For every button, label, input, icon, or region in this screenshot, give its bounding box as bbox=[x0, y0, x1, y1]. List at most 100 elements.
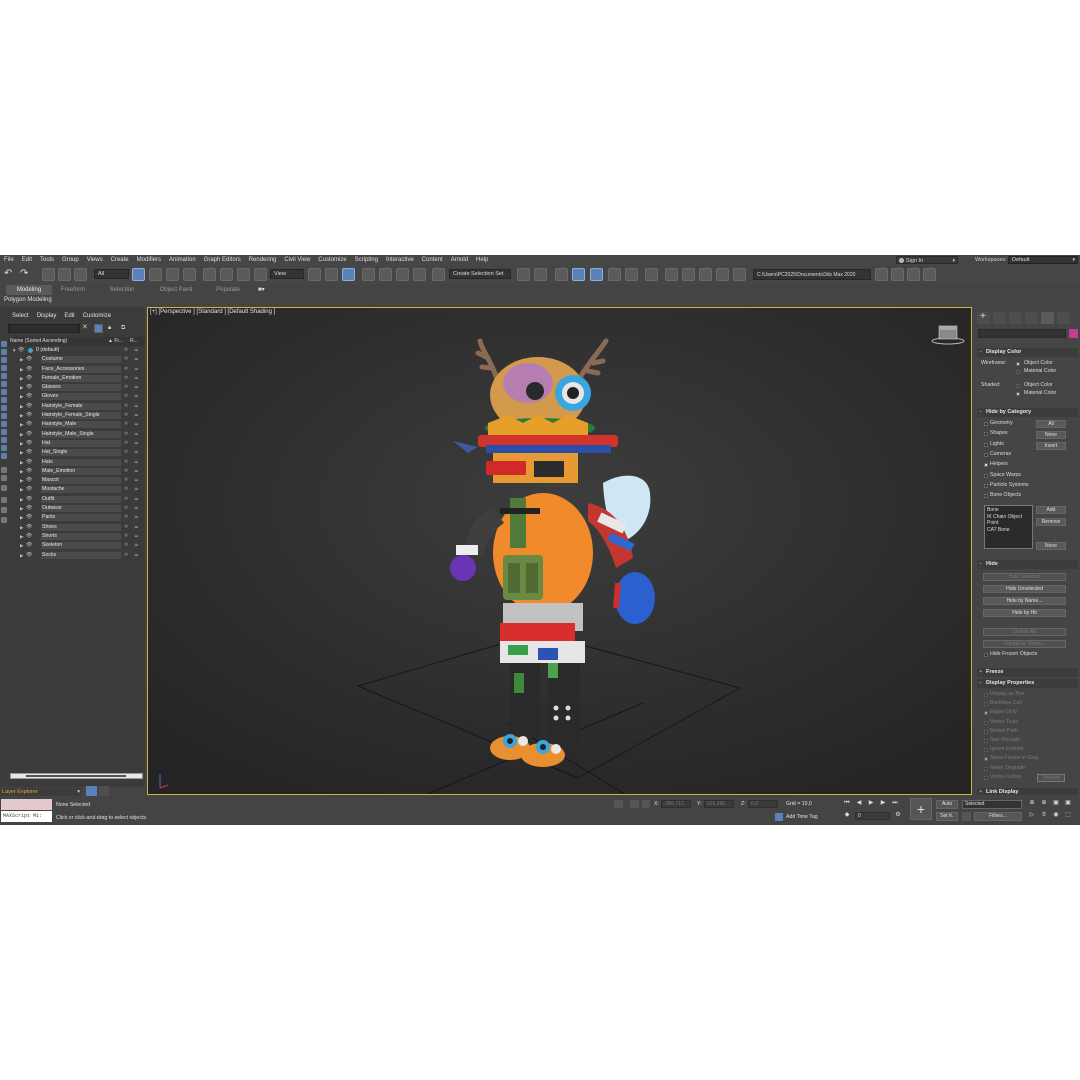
menu-content[interactable]: Content bbox=[418, 255, 447, 265]
eye-icon[interactable]: 👁︎ bbox=[26, 402, 32, 411]
groups-filter-icon[interactable] bbox=[1, 413, 7, 419]
maxscript-listener-output[interactable] bbox=[1, 799, 52, 810]
eye-icon[interactable]: 👁︎ bbox=[26, 458, 32, 467]
display-influences-icon[interactable] bbox=[1, 475, 7, 481]
scrollbar-thumb[interactable] bbox=[26, 775, 126, 777]
hide-unselected-button[interactable]: Hide Unselected bbox=[983, 585, 1066, 593]
render-icon[interactable]: ☕︎ bbox=[134, 532, 138, 541]
key-set-dropdown[interactable]: Selected bbox=[962, 800, 1022, 809]
display-property-checkbox[interactable] bbox=[984, 729, 988, 734]
zoom-all-icon[interactable]: ⊕ bbox=[1040, 799, 1048, 807]
hide-rollout[interactable]: Hide bbox=[977, 560, 1078, 569]
add-time-tag-label[interactable]: Add Time Tag bbox=[786, 813, 818, 821]
none-category-button[interactable]: None bbox=[1036, 542, 1066, 550]
layer-row[interactable]: ▶ 👁︎ Hairstyle_Female_Single ❄︎ ☕︎ bbox=[8, 411, 145, 420]
render-icon[interactable]: ☕︎ bbox=[134, 355, 138, 364]
bones-filter-icon[interactable] bbox=[1, 429, 7, 435]
freeze-icon[interactable]: ❄︎ bbox=[124, 402, 128, 411]
menu-animation[interactable]: Animation bbox=[165, 255, 200, 265]
material-editor-icon[interactable] bbox=[645, 268, 658, 281]
render-icon[interactable]: ☕︎ bbox=[134, 513, 138, 522]
menu-edit[interactable]: Edit bbox=[18, 255, 36, 265]
display-all-icon[interactable] bbox=[1, 349, 7, 355]
hide-selected-button[interactable]: Hide Selected bbox=[983, 573, 1066, 581]
layer-row[interactable]: ▶ 👁︎ Gloves ❄︎ ☕︎ bbox=[8, 392, 145, 401]
zoom-icon[interactable]: ⊕ bbox=[1028, 799, 1036, 807]
current-frame-field[interactable]: 0 bbox=[855, 812, 890, 820]
freeze-icon[interactable]: ❄︎ bbox=[124, 355, 128, 364]
tab-selection[interactable]: Selection bbox=[104, 285, 140, 295]
lights-filter-icon[interactable] bbox=[1, 381, 7, 387]
create-project-icon[interactable] bbox=[923, 268, 936, 281]
menu-create[interactable]: Create bbox=[107, 255, 133, 265]
shapes-filter-icon[interactable] bbox=[1, 373, 7, 379]
expand-arrow-icon[interactable]: ▶ bbox=[20, 430, 23, 439]
render-icon[interactable]: ☕︎ bbox=[134, 523, 138, 532]
eye-icon[interactable]: 👁︎ bbox=[26, 355, 32, 364]
layer-explorer-dropdown[interactable]: Layer Explorer ▾ bbox=[0, 788, 82, 796]
freeze-icon[interactable]: ❄︎ bbox=[124, 504, 128, 513]
layer-row[interactable]: ▶ 👁︎ Outfit ❄︎ ☕︎ bbox=[8, 495, 145, 504]
expand-arrow-icon[interactable]: ▼ bbox=[12, 346, 16, 355]
spinner-snap-icon[interactable] bbox=[413, 268, 426, 281]
category-checkbox[interactable] bbox=[984, 452, 988, 457]
hide-category-none-button[interactable]: None bbox=[1036, 431, 1066, 439]
eye-icon[interactable]: 👁︎ bbox=[26, 495, 32, 504]
expand-arrow-icon[interactable]: ▶ bbox=[20, 365, 23, 374]
expand-arrow-icon[interactable]: ▶ bbox=[20, 532, 23, 541]
menu-views[interactable]: Views bbox=[83, 255, 107, 265]
tab-modeling[interactable]: Modeling bbox=[6, 285, 52, 295]
hide-frozen-objects-checkbox[interactable] bbox=[984, 653, 988, 657]
explorer-toggle-icon[interactable] bbox=[86, 786, 97, 796]
eye-icon[interactable]: 👁︎ bbox=[26, 374, 32, 383]
wireframe-material-color-radio[interactable] bbox=[1016, 370, 1020, 374]
motion-panel-icon[interactable] bbox=[1025, 312, 1038, 324]
render-icon[interactable]: ☕︎ bbox=[134, 402, 138, 411]
render-icon[interactable]: ☕︎ bbox=[134, 411, 138, 420]
layer-row[interactable]: ▶ 👁︎ Hats ❄︎ ☕︎ bbox=[8, 458, 145, 467]
layer-row[interactable]: ▶ 👁︎ Shorts ❄︎ ☕︎ bbox=[8, 532, 145, 541]
helpers-filter-icon[interactable] bbox=[1, 397, 7, 403]
render-icon[interactable]: ☕︎ bbox=[134, 346, 138, 355]
explorer-menu-display[interactable]: Display bbox=[33, 311, 61, 321]
freeze-icon[interactable]: ❄︎ bbox=[124, 458, 128, 467]
freeze-icon[interactable]: ❄︎ bbox=[124, 523, 128, 532]
hide-by-category-rollout[interactable]: Hide by Category bbox=[977, 408, 1078, 417]
freeze-icon[interactable]: ❄︎ bbox=[124, 420, 128, 429]
shaded-material-color-radio[interactable] bbox=[1016, 392, 1020, 396]
render-icon[interactable]: ☕︎ bbox=[134, 495, 138, 504]
schematic-view-icon[interactable] bbox=[625, 268, 638, 281]
explorer-menu-select[interactable]: Select bbox=[8, 311, 33, 321]
freeze-icon[interactable]: ❄︎ bbox=[124, 365, 128, 374]
layer-row[interactable]: ▶ 👁︎ Pants ❄︎ ☕︎ bbox=[8, 513, 145, 522]
edit-named-selection-icon[interactable] bbox=[432, 268, 445, 281]
layer-row[interactable]: ▶ 👁︎ Face_Accessories ❄︎ ☕︎ bbox=[8, 365, 145, 374]
angle-snap-icon[interactable] bbox=[379, 268, 392, 281]
y-coord-field[interactable]: 919,298 bbox=[704, 800, 734, 808]
expand-arrow-icon[interactable]: ▶ bbox=[20, 402, 23, 411]
expand-arrow-icon[interactable]: ▶ bbox=[20, 513, 23, 522]
scale-icon[interactable] bbox=[237, 268, 250, 281]
render-icon[interactable]: ☕︎ bbox=[134, 383, 138, 392]
freeze-icon[interactable]: ❄︎ bbox=[124, 430, 128, 439]
next-frame-icon[interactable]: ▶︎ bbox=[879, 799, 887, 807]
menu-tools[interactable]: Tools bbox=[36, 255, 58, 265]
menu-arnold[interactable]: Arnold bbox=[447, 255, 472, 265]
layer-row[interactable]: ▶ 👁︎ Mustache ❄︎ ☕︎ bbox=[8, 485, 145, 494]
link-icon[interactable] bbox=[42, 268, 55, 281]
display-color-rollout[interactable]: Display Color bbox=[977, 348, 1078, 357]
eye-icon[interactable]: 👁︎ bbox=[26, 392, 32, 401]
menu-civil-view[interactable]: Civil View bbox=[280, 255, 314, 265]
eye-icon[interactable]: 👁︎ bbox=[18, 346, 24, 355]
render-icon[interactable]: ☕︎ bbox=[134, 430, 138, 439]
isolate-selection-icon[interactable] bbox=[614, 800, 623, 808]
utilities-panel-icon[interactable] bbox=[1057, 312, 1070, 324]
freeze-icon[interactable]: ❄︎ bbox=[124, 383, 128, 392]
render-icon[interactable]: ☕︎ bbox=[134, 365, 138, 374]
layer-row[interactable]: ▶ 👁︎ Hairstyle_Female ❄︎ ☕︎ bbox=[8, 402, 145, 411]
bind-space-warp-icon[interactable] bbox=[74, 268, 87, 281]
redo-icon[interactable]: ↷ bbox=[20, 268, 33, 281]
display-invert-icon[interactable] bbox=[1, 357, 7, 363]
eye-icon[interactable]: 👁︎ bbox=[26, 383, 32, 392]
percent-snap-icon[interactable] bbox=[396, 268, 409, 281]
